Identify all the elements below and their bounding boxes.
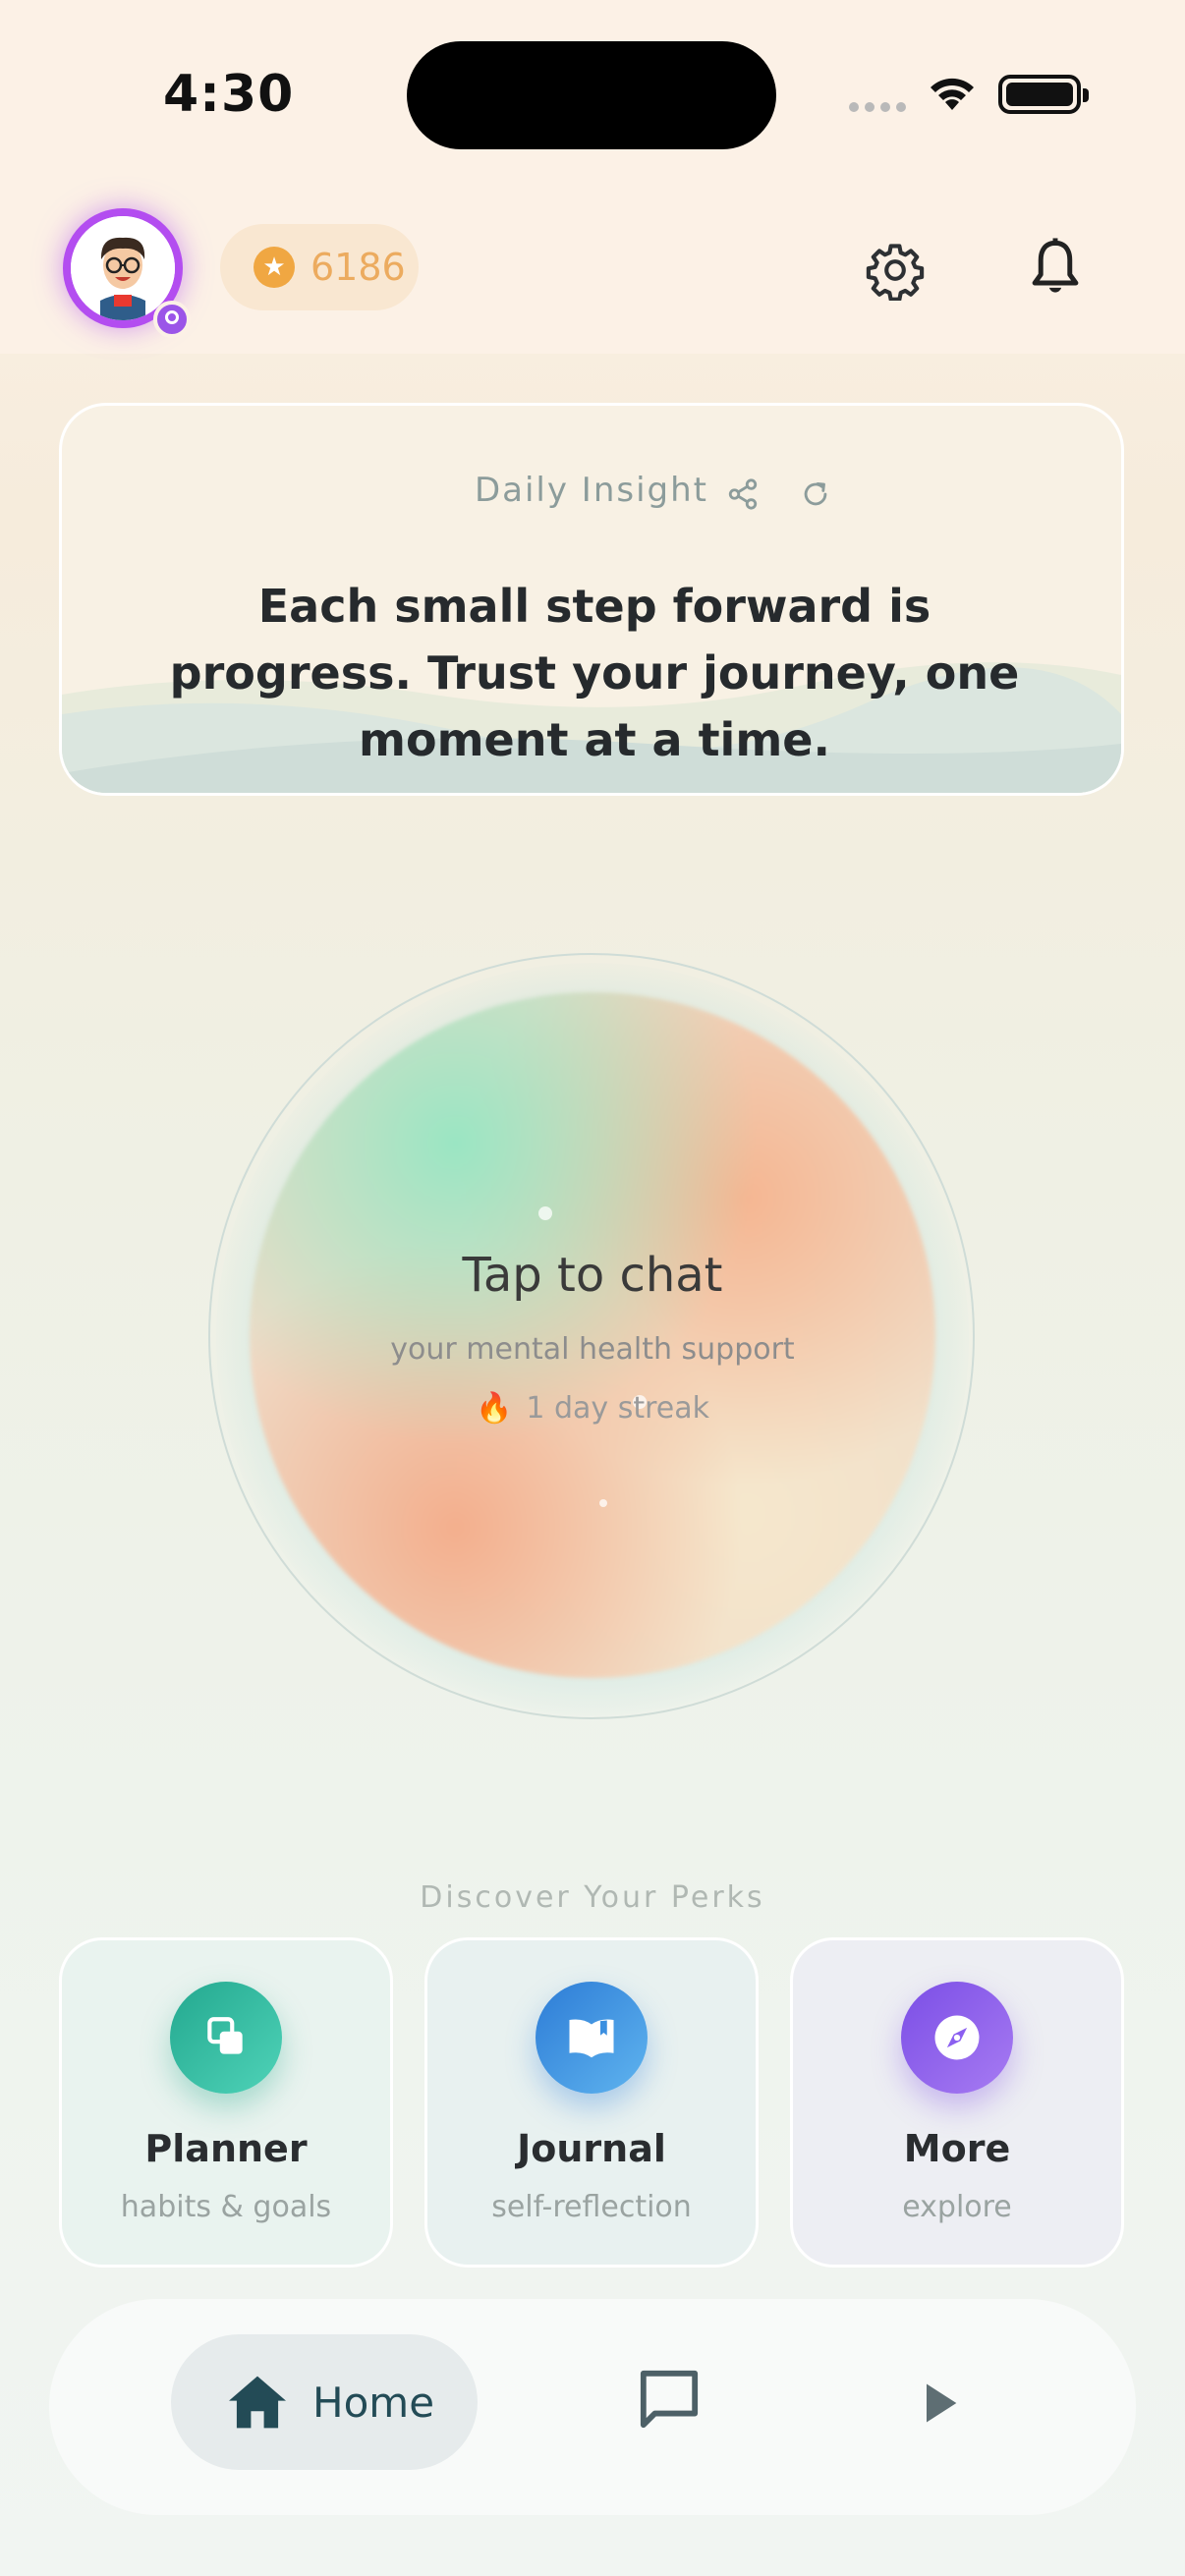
points-badge[interactable]: ★ 6186 [220,224,419,310]
share-icon[interactable] [726,476,760,512]
home-icon [229,2376,286,2429]
daily-insight-card[interactable]: Daily Insight Each small step forward is… [59,403,1124,796]
points-value: 6186 [310,246,406,289]
status-time: 4:30 [163,65,295,124]
perk-card-more[interactable]: More explore [790,1937,1124,2268]
cellular-signal-icon [849,102,906,112]
perk-label: Journal [517,2127,666,2170]
streak-text: 1 day streak [526,1391,709,1426]
nav-home-tab[interactable]: Home [171,2334,478,2470]
compass-icon [901,1982,1013,2094]
dynamic-island [407,41,776,149]
play-icon[interactable] [914,2378,965,2429]
open-book-icon [536,1982,648,2094]
bell-icon[interactable] [1026,236,1085,299]
battery-icon [998,75,1089,114]
insight-quote: Each small step forward is progress. Tru… [169,580,1020,766]
insight-title: Daily Insight [474,471,709,510]
refresh-icon[interactable] [799,476,832,512]
perks-heading: Discover Your Perks [420,1880,765,1915]
star-coin-icon: ★ [254,247,295,288]
orb-title[interactable]: Tap to chat [0,1248,1185,1303]
perk-label: More [903,2127,1011,2170]
perk-subtitle: habits & goals [120,2190,332,2224]
perk-subtitle: self-reflection [491,2190,692,2224]
avatar-status-badge [153,301,191,338]
nav-home-label: Home [312,2378,435,2427]
chat-icon[interactable] [635,2368,704,2431]
gear-icon[interactable] [865,240,926,301]
orb-subtitle: your mental health support [390,1332,795,1367]
copy-icon [170,1982,282,2094]
fire-icon: 🔥 [476,1391,513,1426]
perk-subtitle: explore [902,2190,1012,2224]
wifi-icon [931,78,974,110]
orb-sparkle [538,1206,552,1220]
orb-sparkle [599,1499,607,1507]
perk-card-journal[interactable]: Journal self-reflection [424,1937,759,2268]
perk-label: Planner [144,2127,308,2170]
streak-indicator: 🔥 1 day streak [0,1391,1185,1426]
perk-card-planner[interactable]: Planner habits & goals [59,1937,393,2268]
